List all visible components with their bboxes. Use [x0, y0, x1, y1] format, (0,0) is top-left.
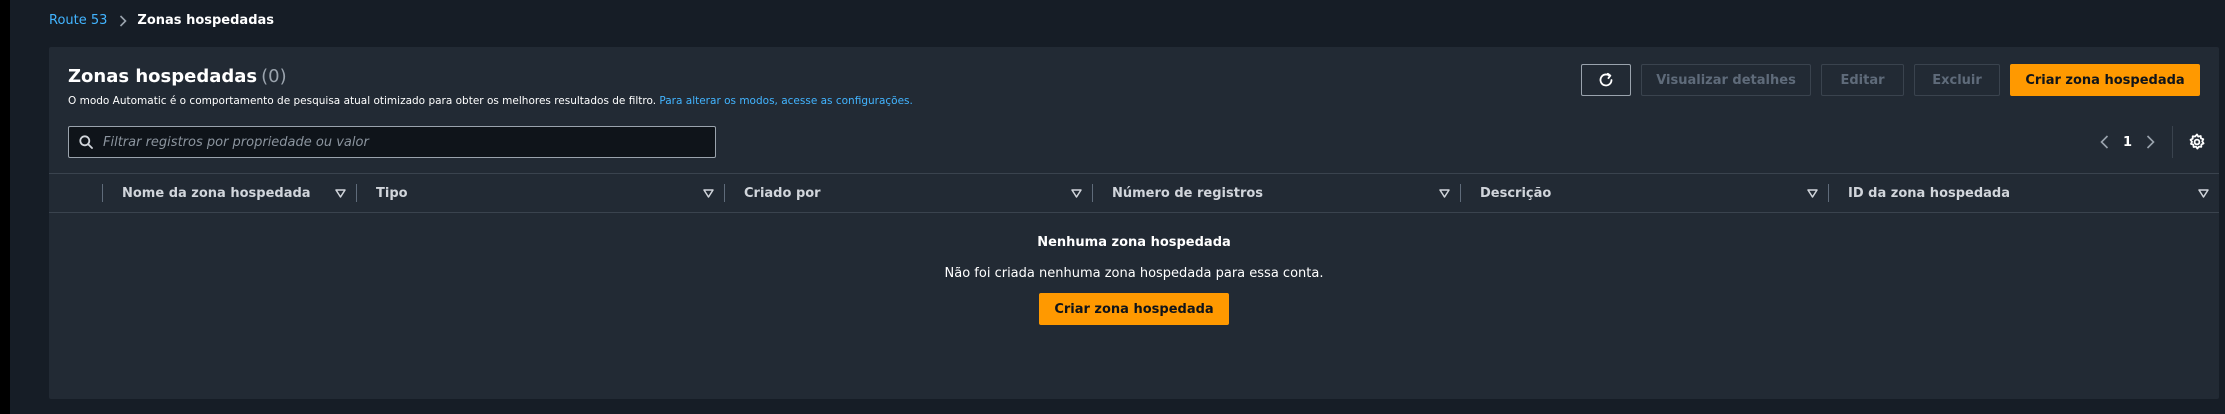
- app-root: Route 53 Zonas hospedadas Zonas hospedad…: [0, 0, 2225, 414]
- empty-state-description: Não foi criada nenhuma zona hospedada pa…: [944, 266, 1324, 281]
- preferences-button[interactable]: [2185, 130, 2209, 154]
- hosted-zones-panel: Zonas hospedadas (0) O modo Automatic é o…: [49, 47, 2219, 399]
- toolbar: Visualizar detalhes Editar Excluir Criar…: [1581, 64, 2200, 96]
- chevron-right-icon: [119, 15, 128, 27]
- breadcrumb-current: Zonas hospedadas: [137, 13, 275, 28]
- column-header-label: ID da zona hospedada: [1848, 185, 2011, 201]
- sort-caret-down-icon: [1807, 188, 1818, 198]
- column-header-description[interactable]: Descrição: [1460, 174, 1828, 212]
- panel-title-text: Zonas hospedadas: [68, 66, 258, 87]
- previous-page-button[interactable]: [2093, 130, 2117, 154]
- column-header-hosted-zone-id[interactable]: ID da zona hospedada: [1828, 174, 2219, 212]
- search-mode-description: O modo Automatic é o comportamento de pe…: [68, 95, 913, 107]
- gear-icon: [2188, 133, 2206, 151]
- column-header-label: Criado por: [744, 185, 821, 201]
- empty-state-title: Nenhuma zona hospedada: [1037, 235, 1231, 250]
- sort-caret-down-icon: [1439, 188, 1450, 198]
- delete-button[interactable]: Excluir: [1914, 64, 2000, 96]
- search-mode-settings-link[interactable]: Para alterar os modos, acesse as configu…: [659, 95, 913, 107]
- column-header-label: Tipo: [376, 185, 408, 201]
- left-edge-strip: [0, 0, 10, 414]
- chevron-left-icon: [2100, 135, 2109, 149]
- select-column-header: [49, 174, 102, 212]
- column-header-label: Número de registros: [1112, 185, 1264, 201]
- empty-state-actions: Criar zona hospedada: [49, 293, 2219, 325]
- search-box: [68, 126, 716, 158]
- column-header-label: Nome da zona hospedada: [122, 185, 311, 201]
- empty-state: Nenhuma zona hospedada Não foi criada ne…: [49, 213, 2219, 399]
- refresh-button[interactable]: [1581, 64, 1631, 96]
- chevron-right-icon: [2146, 135, 2155, 149]
- search-mode-text: O modo Automatic é o comportamento de pe…: [68, 95, 657, 107]
- pagination-divider: [2172, 126, 2173, 158]
- breadcrumb: Route 53 Zonas hospedadas: [49, 10, 274, 32]
- column-header-record-count[interactable]: Número de registros: [1092, 174, 1460, 212]
- sort-caret-down-icon: [1071, 188, 1082, 198]
- pagination: 1: [2093, 126, 2209, 158]
- sort-caret-down-icon: [335, 188, 346, 198]
- column-header-created-by[interactable]: Criado por: [724, 174, 1092, 212]
- main-content: Route 53 Zonas hospedadas Zonas hospedad…: [10, 0, 2225, 414]
- column-header-type[interactable]: Tipo: [356, 174, 724, 212]
- sort-caret-down-icon: [703, 188, 714, 198]
- table-header: Nome da zona hospedada Tipo Criado por N…: [49, 173, 2219, 213]
- next-page-button[interactable]: [2138, 130, 2162, 154]
- breadcrumb-link-route53[interactable]: Route 53: [49, 10, 107, 32]
- create-hosted-zone-button[interactable]: Criar zona hospedada: [2010, 64, 2200, 96]
- view-details-button[interactable]: Visualizar detalhes: [1641, 64, 1811, 96]
- search-input[interactable]: [101, 128, 715, 156]
- page-title: Zonas hospedadas (0): [68, 66, 287, 87]
- edit-button[interactable]: Editar: [1821, 64, 1904, 96]
- search-icon: [79, 135, 93, 149]
- column-header-hosted-zone-name[interactable]: Nome da zona hospedada: [102, 174, 356, 212]
- sort-caret-down-icon: [2198, 188, 2209, 198]
- column-header-label: Descrição: [1480, 185, 1552, 201]
- empty-state-create-button[interactable]: Criar zona hospedada: [1039, 293, 1229, 325]
- current-page-number[interactable]: 1: [2123, 135, 2132, 150]
- refresh-icon: [1598, 72, 1614, 88]
- hosted-zones-count: (0): [261, 66, 287, 87]
